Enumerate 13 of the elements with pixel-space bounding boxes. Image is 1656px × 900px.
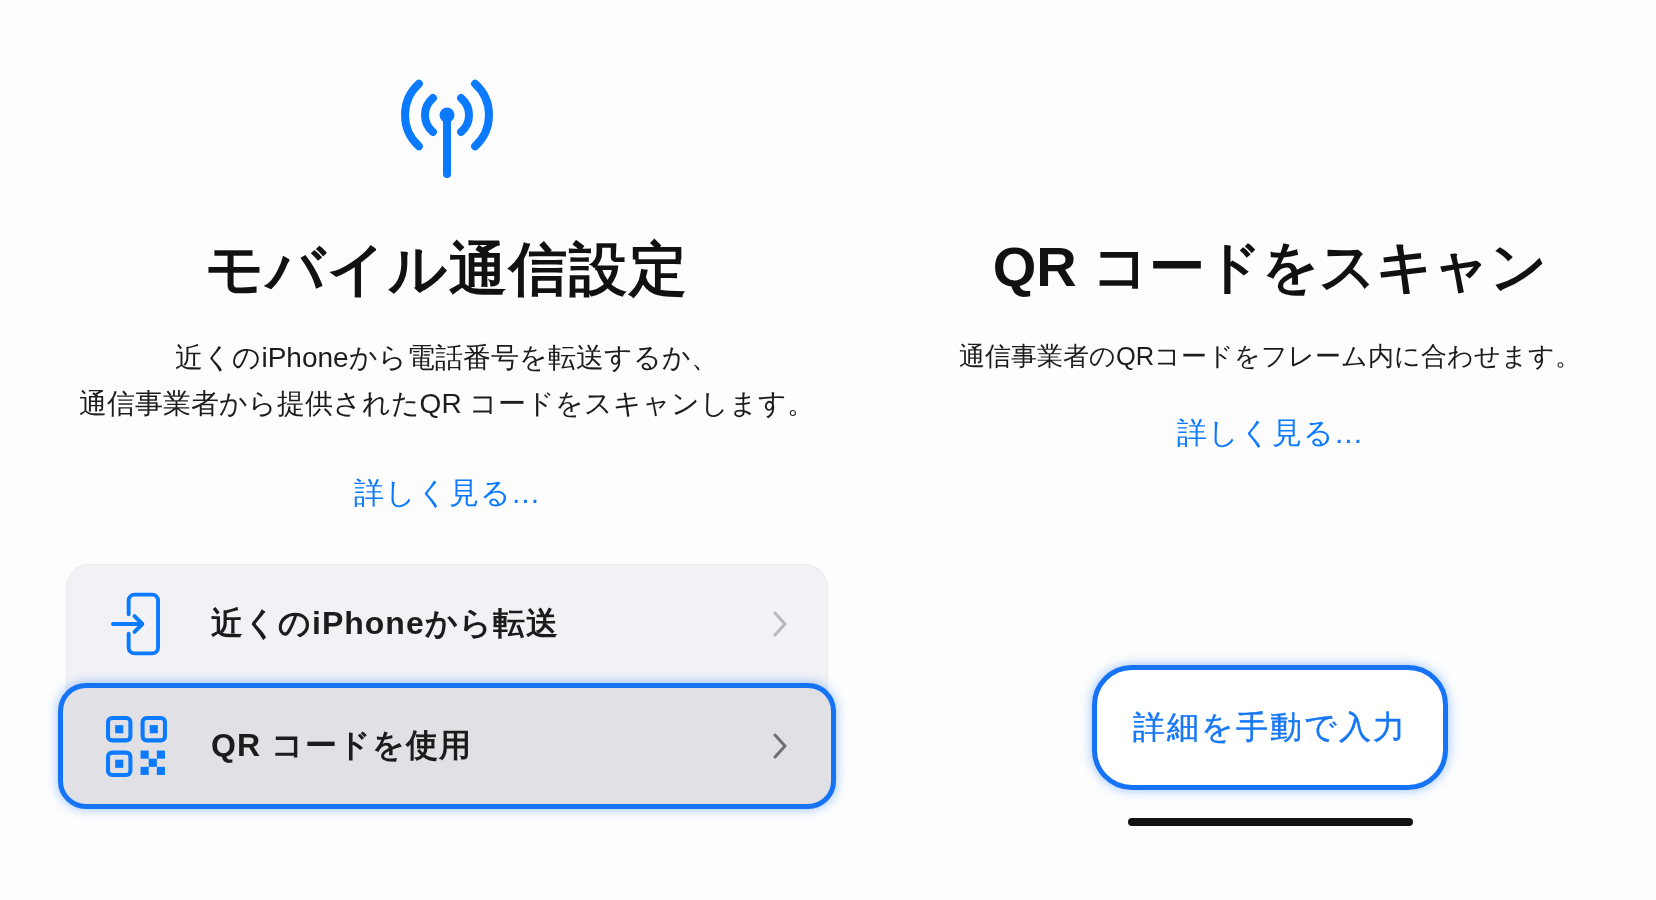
manual-entry-button[interactable]: 詳細を手動で入力: [1092, 665, 1448, 790]
screen-title: モバイル通信設定: [205, 235, 689, 303]
learn-more-link[interactable]: 詳しく見る...: [354, 473, 540, 513]
chevron-icon: [773, 733, 787, 759]
learn-more-link[interactable]: 詳しく見る...: [1177, 413, 1363, 453]
description-text: 通信事業者のQRコードをフレーム内に合わせます。: [958, 341, 1582, 372]
qr-code-icon: [106, 715, 167, 777]
screen-title: QR コードをスキャン: [992, 234, 1548, 300]
chevron-icon: [773, 611, 787, 637]
list-item[interactable]: QR コードを使用: [58, 683, 836, 809]
description-text: 近くのiPhoneから電話番号を転送するか、 通信事業者から提供されたQR コードをスキャンします。: [78, 341, 816, 421]
list-item[interactable]: 近くのiPhoneから転送: [67, 565, 827, 683]
phone-arrow-icon: [111, 592, 160, 656]
